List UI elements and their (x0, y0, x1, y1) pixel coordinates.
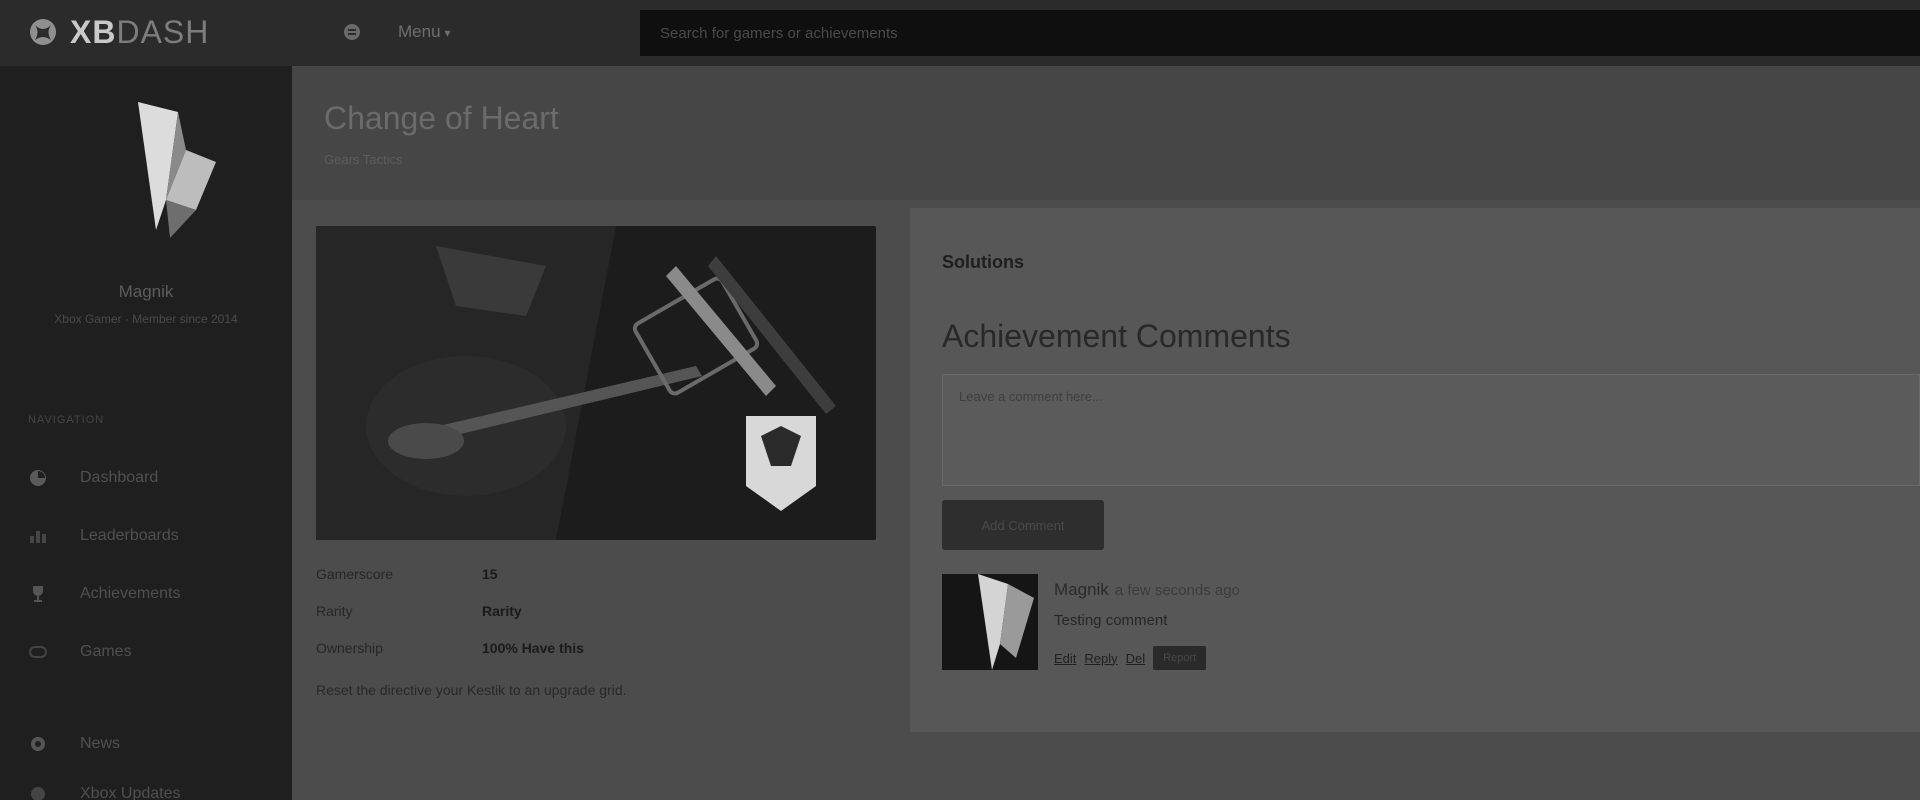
sidebar-item-dashboard[interactable]: Dashboard (28, 464, 158, 492)
stat-label: Rarity (316, 603, 353, 619)
comments-heading: Achievement Comments (942, 318, 1291, 354)
sidebar-item-label: Games (80, 643, 132, 660)
achievement-description: Reset the directive your Kestik to an up… (316, 682, 627, 698)
sidebar-item-label: News (80, 735, 121, 752)
sidebar-item-label: Dashboard (80, 469, 159, 486)
sidebar-item-achievements[interactable]: Achievements (28, 580, 181, 608)
user-avatar[interactable] (126, 100, 222, 240)
top-navbar: XBDASH Menu ▾ (0, 0, 1920, 66)
sidebar-item-label: Xbox Updates (80, 785, 181, 800)
comment-avatar[interactable] (942, 574, 1038, 670)
game-title-link[interactable]: Gears Tactics (324, 152, 403, 167)
achievement-stats: Gamerscore 15 Rarity Rarity Ownership 10… (316, 566, 876, 677)
stat-value: 15 (482, 566, 498, 582)
achievement-image (316, 226, 876, 540)
menu-dropdown-label: Menu (398, 22, 441, 41)
sidebar-item-news[interactable]: News (28, 730, 120, 758)
search-input[interactable] (640, 10, 1920, 56)
comment-text: Testing comment (1054, 612, 1168, 629)
sidebar: Magnik Xbox Gamer · Member since 2014 NA… (0, 66, 292, 800)
xbox-logo-icon (30, 19, 56, 45)
comment-edit-link[interactable]: Edit (1054, 651, 1076, 666)
comment-actions: Edit Reply Del Report (1054, 646, 1207, 670)
comment-item: Magnik a few seconds ago Testing comment … (942, 574, 1542, 674)
comment-input[interactable] (942, 374, 1920, 486)
user-subtitle: Xbox Gamer · Member since 2014 (54, 312, 238, 326)
comment-time: a few seconds ago (1114, 582, 1240, 599)
stat-row-rarity: Rarity Rarity (316, 603, 876, 640)
comments-panel: Solutions Achievement Comments Add Comme… (910, 208, 1920, 732)
brand[interactable]: XBDASH (28, 14, 209, 50)
comment-reply-link[interactable]: Reply (1084, 651, 1117, 666)
sidebar-item-leaderboards[interactable]: Leaderboards (28, 522, 179, 550)
main-content: Change of Heart Gears Tactics Gamerscore (292, 66, 1920, 800)
leaderboard-icon (28, 526, 48, 546)
achievement-details: Gamerscore 15 Rarity Rarity Ownership 10… (316, 226, 896, 800)
stat-label: Gamerscore (316, 566, 394, 582)
stat-value: Rarity (482, 603, 522, 619)
nav-header: NAVIGATION (28, 414, 105, 426)
user-name[interactable]: Magnik (0, 282, 292, 302)
stat-row-ownership: Ownership 100% Have this (316, 640, 876, 677)
page-title: Change of Heart (324, 100, 559, 136)
menu-dropdown[interactable]: Menu ▾ (398, 22, 451, 42)
news-icon (28, 734, 48, 754)
sidebar-item-label: Leaderboards (80, 527, 179, 544)
comment-delete-link[interactable]: Del (1126, 651, 1146, 666)
stat-value: 100% Have this (482, 640, 584, 656)
sidebar-item-label: Achievements (80, 585, 181, 602)
dashboard-icon (28, 468, 48, 488)
menu-toggle-icon[interactable] (340, 20, 364, 44)
page-header: Change of Heart Gears Tactics (292, 66, 1920, 200)
xbox-icon (28, 784, 48, 800)
gamepad-icon (28, 642, 48, 662)
solutions-heading: Solutions (942, 252, 1024, 272)
achievement-artwork (316, 226, 876, 540)
comment-report-button[interactable]: Report (1153, 646, 1207, 670)
stat-label: Ownership (316, 640, 383, 656)
add-comment-button[interactable]: Add Comment (942, 500, 1104, 550)
comment-author-line: Magnik a few seconds ago (1054, 580, 1240, 600)
stat-row-gamerscore: Gamerscore 15 (316, 566, 876, 603)
sidebar-item-games[interactable]: Games (28, 638, 132, 666)
comment-author[interactable]: Magnik (1054, 580, 1109, 599)
sidebar-item-xbox-updates[interactable]: Xbox Updates (28, 780, 181, 800)
caret-down-icon: ▾ (444, 26, 451, 40)
trophy-icon (28, 584, 48, 604)
brand-name: XBDASH (70, 13, 210, 50)
